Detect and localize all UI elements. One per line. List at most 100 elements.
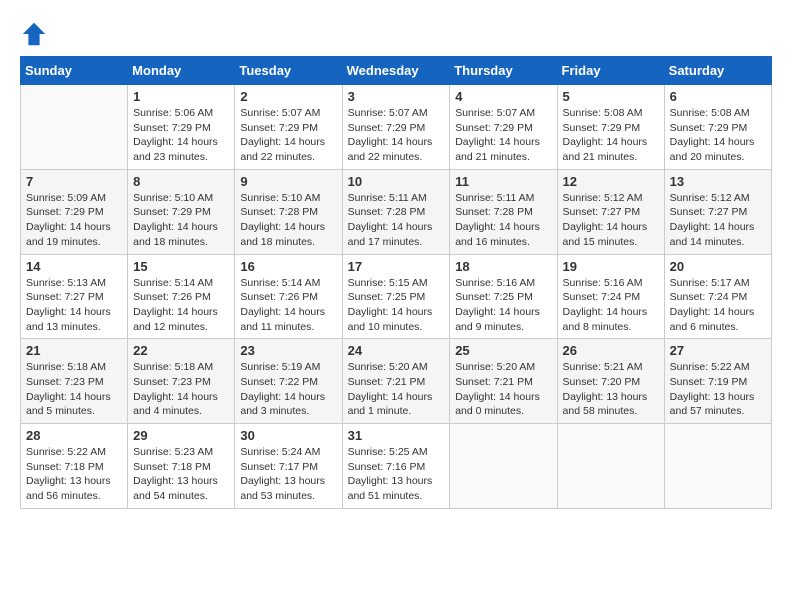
day-info: Sunrise: 5:14 AMSunset: 7:26 PMDaylight:…	[133, 276, 229, 335]
calendar-cell: 10 Sunrise: 5:11 AMSunset: 7:28 PMDaylig…	[342, 169, 450, 254]
day-number: 22	[133, 343, 229, 358]
day-number: 7	[26, 174, 122, 189]
calendar-cell: 11 Sunrise: 5:11 AMSunset: 7:28 PMDaylig…	[450, 169, 557, 254]
day-number: 21	[26, 343, 122, 358]
calendar-cell: 22 Sunrise: 5:18 AMSunset: 7:23 PMDaylig…	[128, 339, 235, 424]
calendar-cell: 8 Sunrise: 5:10 AMSunset: 7:29 PMDayligh…	[128, 169, 235, 254]
day-info: Sunrise: 5:19 AMSunset: 7:22 PMDaylight:…	[240, 360, 336, 419]
day-number: 10	[348, 174, 445, 189]
day-number: 23	[240, 343, 336, 358]
day-number: 28	[26, 428, 122, 443]
calendar-cell: 14 Sunrise: 5:13 AMSunset: 7:27 PMDaylig…	[21, 254, 128, 339]
calendar-cell: 20 Sunrise: 5:17 AMSunset: 7:24 PMDaylig…	[664, 254, 771, 339]
day-info: Sunrise: 5:10 AMSunset: 7:29 PMDaylight:…	[133, 191, 229, 250]
logo-icon	[20, 20, 48, 48]
day-number: 12	[563, 174, 659, 189]
calendar-cell	[664, 424, 771, 509]
weekday-header: Saturday	[664, 57, 771, 85]
calendar-cell: 6 Sunrise: 5:08 AMSunset: 7:29 PMDayligh…	[664, 85, 771, 170]
calendar-table: SundayMondayTuesdayWednesdayThursdayFrid…	[20, 56, 772, 509]
calendar-week-row: 14 Sunrise: 5:13 AMSunset: 7:27 PMDaylig…	[21, 254, 772, 339]
day-info: Sunrise: 5:11 AMSunset: 7:28 PMDaylight:…	[348, 191, 445, 250]
day-number: 20	[670, 259, 766, 274]
calendar-cell: 26 Sunrise: 5:21 AMSunset: 7:20 PMDaylig…	[557, 339, 664, 424]
weekday-header: Friday	[557, 57, 664, 85]
day-number: 8	[133, 174, 229, 189]
day-number: 27	[670, 343, 766, 358]
day-number: 16	[240, 259, 336, 274]
calendar-cell	[450, 424, 557, 509]
day-info: Sunrise: 5:15 AMSunset: 7:25 PMDaylight:…	[348, 276, 445, 335]
day-number: 14	[26, 259, 122, 274]
day-number: 18	[455, 259, 551, 274]
calendar-cell	[557, 424, 664, 509]
page-header	[20, 20, 772, 48]
day-info: Sunrise: 5:20 AMSunset: 7:21 PMDaylight:…	[455, 360, 551, 419]
calendar-week-row: 1 Sunrise: 5:06 AMSunset: 7:29 PMDayligh…	[21, 85, 772, 170]
day-info: Sunrise: 5:25 AMSunset: 7:16 PMDaylight:…	[348, 445, 445, 504]
day-info: Sunrise: 5:07 AMSunset: 7:29 PMDaylight:…	[455, 106, 551, 165]
calendar-cell: 21 Sunrise: 5:18 AMSunset: 7:23 PMDaylig…	[21, 339, 128, 424]
day-number: 2	[240, 89, 336, 104]
day-info: Sunrise: 5:18 AMSunset: 7:23 PMDaylight:…	[26, 360, 122, 419]
calendar-cell: 4 Sunrise: 5:07 AMSunset: 7:29 PMDayligh…	[450, 85, 557, 170]
calendar-cell: 16 Sunrise: 5:14 AMSunset: 7:26 PMDaylig…	[235, 254, 342, 339]
day-info: Sunrise: 5:17 AMSunset: 7:24 PMDaylight:…	[670, 276, 766, 335]
day-info: Sunrise: 5:06 AMSunset: 7:29 PMDaylight:…	[133, 106, 229, 165]
day-info: Sunrise: 5:14 AMSunset: 7:26 PMDaylight:…	[240, 276, 336, 335]
calendar-cell: 1 Sunrise: 5:06 AMSunset: 7:29 PMDayligh…	[128, 85, 235, 170]
calendar-header-row: SundayMondayTuesdayWednesdayThursdayFrid…	[21, 57, 772, 85]
calendar-cell: 3 Sunrise: 5:07 AMSunset: 7:29 PMDayligh…	[342, 85, 450, 170]
day-info: Sunrise: 5:16 AMSunset: 7:25 PMDaylight:…	[455, 276, 551, 335]
day-info: Sunrise: 5:21 AMSunset: 7:20 PMDaylight:…	[563, 360, 659, 419]
day-number: 26	[563, 343, 659, 358]
day-info: Sunrise: 5:09 AMSunset: 7:29 PMDaylight:…	[26, 191, 122, 250]
day-number: 3	[348, 89, 445, 104]
calendar-cell: 17 Sunrise: 5:15 AMSunset: 7:25 PMDaylig…	[342, 254, 450, 339]
calendar-cell: 29 Sunrise: 5:23 AMSunset: 7:18 PMDaylig…	[128, 424, 235, 509]
day-number: 24	[348, 343, 445, 358]
day-info: Sunrise: 5:22 AMSunset: 7:19 PMDaylight:…	[670, 360, 766, 419]
day-number: 9	[240, 174, 336, 189]
calendar-cell: 30 Sunrise: 5:24 AMSunset: 7:17 PMDaylig…	[235, 424, 342, 509]
day-info: Sunrise: 5:10 AMSunset: 7:28 PMDaylight:…	[240, 191, 336, 250]
calendar-week-row: 21 Sunrise: 5:18 AMSunset: 7:23 PMDaylig…	[21, 339, 772, 424]
day-info: Sunrise: 5:12 AMSunset: 7:27 PMDaylight:…	[670, 191, 766, 250]
weekday-header: Sunday	[21, 57, 128, 85]
day-number: 6	[670, 89, 766, 104]
day-info: Sunrise: 5:16 AMSunset: 7:24 PMDaylight:…	[563, 276, 659, 335]
day-info: Sunrise: 5:24 AMSunset: 7:17 PMDaylight:…	[240, 445, 336, 504]
day-info: Sunrise: 5:11 AMSunset: 7:28 PMDaylight:…	[455, 191, 551, 250]
day-number: 31	[348, 428, 445, 443]
calendar-week-row: 28 Sunrise: 5:22 AMSunset: 7:18 PMDaylig…	[21, 424, 772, 509]
day-info: Sunrise: 5:20 AMSunset: 7:21 PMDaylight:…	[348, 360, 445, 419]
calendar-cell: 18 Sunrise: 5:16 AMSunset: 7:25 PMDaylig…	[450, 254, 557, 339]
logo	[20, 20, 52, 48]
day-number: 15	[133, 259, 229, 274]
day-info: Sunrise: 5:13 AMSunset: 7:27 PMDaylight:…	[26, 276, 122, 335]
calendar-cell: 7 Sunrise: 5:09 AMSunset: 7:29 PMDayligh…	[21, 169, 128, 254]
day-number: 25	[455, 343, 551, 358]
calendar-cell: 28 Sunrise: 5:22 AMSunset: 7:18 PMDaylig…	[21, 424, 128, 509]
calendar-cell: 24 Sunrise: 5:20 AMSunset: 7:21 PMDaylig…	[342, 339, 450, 424]
weekday-header: Thursday	[450, 57, 557, 85]
weekday-header: Wednesday	[342, 57, 450, 85]
day-info: Sunrise: 5:22 AMSunset: 7:18 PMDaylight:…	[26, 445, 122, 504]
calendar-cell: 27 Sunrise: 5:22 AMSunset: 7:19 PMDaylig…	[664, 339, 771, 424]
day-number: 17	[348, 259, 445, 274]
calendar-cell: 13 Sunrise: 5:12 AMSunset: 7:27 PMDaylig…	[664, 169, 771, 254]
day-info: Sunrise: 5:07 AMSunset: 7:29 PMDaylight:…	[348, 106, 445, 165]
day-info: Sunrise: 5:18 AMSunset: 7:23 PMDaylight:…	[133, 360, 229, 419]
day-info: Sunrise: 5:08 AMSunset: 7:29 PMDaylight:…	[670, 106, 766, 165]
day-number: 1	[133, 89, 229, 104]
day-number: 4	[455, 89, 551, 104]
calendar-cell: 9 Sunrise: 5:10 AMSunset: 7:28 PMDayligh…	[235, 169, 342, 254]
weekday-header: Monday	[128, 57, 235, 85]
day-number: 5	[563, 89, 659, 104]
calendar-cell: 19 Sunrise: 5:16 AMSunset: 7:24 PMDaylig…	[557, 254, 664, 339]
day-number: 11	[455, 174, 551, 189]
day-info: Sunrise: 5:23 AMSunset: 7:18 PMDaylight:…	[133, 445, 229, 504]
day-info: Sunrise: 5:07 AMSunset: 7:29 PMDaylight:…	[240, 106, 336, 165]
day-info: Sunrise: 5:08 AMSunset: 7:29 PMDaylight:…	[563, 106, 659, 165]
day-number: 29	[133, 428, 229, 443]
